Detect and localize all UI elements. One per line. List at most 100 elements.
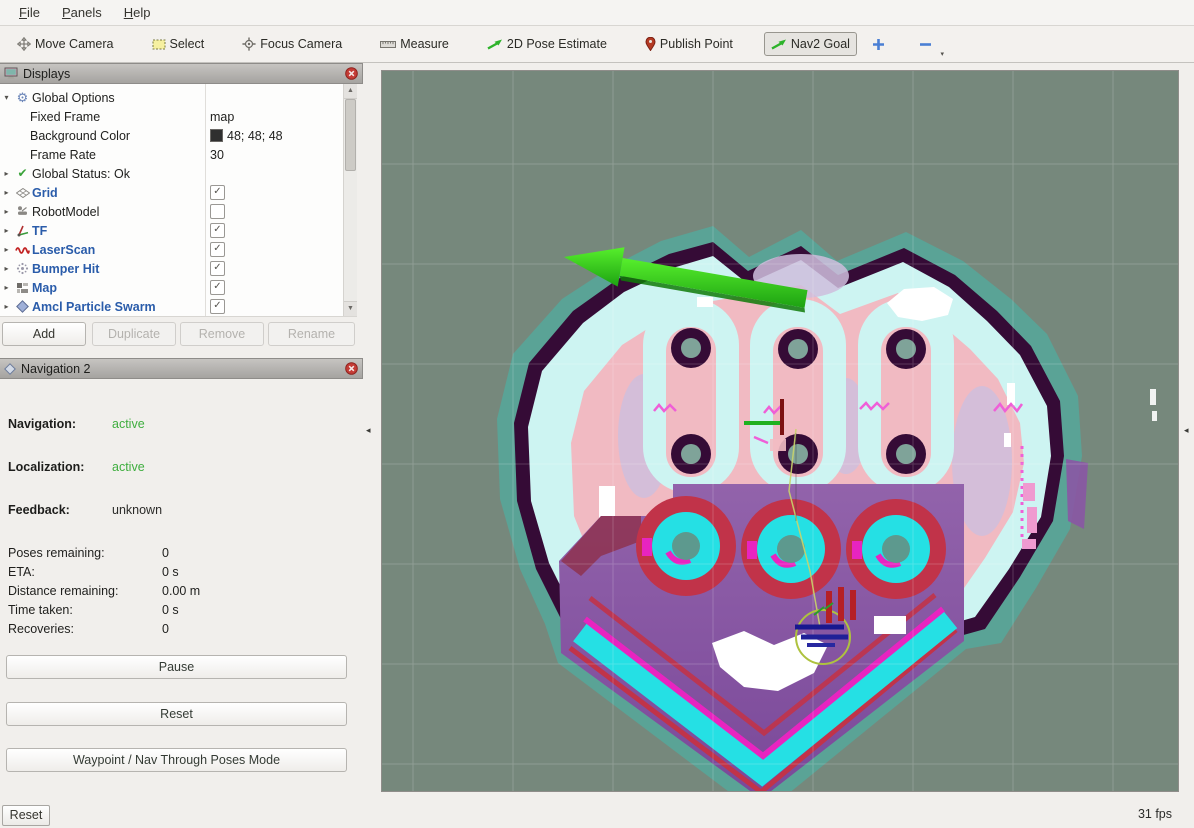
tree-row-amcl-particle-swarm[interactable]: ▸Amcl Particle Swarm✓ [0, 297, 357, 316]
visibility-checkbox[interactable]: ✓ [210, 223, 225, 238]
scroll-down-icon[interactable]: ▼ [344, 301, 357, 316]
expander-icon[interactable]: ▸ [0, 226, 13, 235]
dropdown-arrow-icon: ▾ [940, 50, 944, 58]
menu-panels[interactable]: Panels [51, 0, 113, 26]
move-camera-icon [17, 37, 31, 51]
focus-camera-icon [242, 37, 256, 51]
tool-label: 2D Pose Estimate [507, 37, 607, 51]
add-tool-icon [872, 38, 885, 51]
status-label: Feedback: [8, 503, 70, 517]
nav2-goal-icon [771, 38, 787, 50]
status-row: Navigation:active [8, 417, 76, 431]
expander-icon[interactable]: ▸ [0, 207, 13, 216]
tool-select[interactable]: Select [145, 32, 212, 56]
stat-value: 0 [162, 546, 169, 560]
property-value[interactable]: map [210, 110, 234, 124]
reset-view-button[interactable]: Reset [2, 805, 50, 826]
tf-icon [13, 224, 32, 237]
add-tool-button[interactable] [867, 34, 890, 55]
tool-label: Measure [400, 37, 449, 51]
menu-file[interactable]: File [8, 0, 51, 26]
stat-value: 0 s [162, 603, 179, 617]
close-icon[interactable] [345, 362, 358, 375]
waypoint-nav-through-poses-mode-button[interactable]: Waypoint / Nav Through Poses Mode [6, 748, 347, 772]
tree-row-grid[interactable]: ▸Grid✓ [0, 183, 357, 202]
visibility-checkbox[interactable]: ✓ [210, 299, 225, 314]
amcl-icon [13, 300, 32, 313]
tree-row-global-status-ok[interactable]: ▸✔Global Status: Ok [0, 164, 357, 183]
tree-row-map[interactable]: ▸Map✓ [0, 278, 357, 297]
tool-label: Nav2 Goal [791, 37, 850, 51]
tree-row-global-options[interactable]: ▾⚙Global Options [0, 88, 357, 107]
tree-row-robotmodel[interactable]: ▸RobotModel [0, 202, 357, 221]
property-label: Background Color [30, 129, 130, 143]
status-value: unknown [112, 503, 162, 517]
nav2-panel-icon [4, 363, 16, 375]
expander-icon[interactable]: ▸ [0, 264, 13, 273]
expander-icon[interactable]: ▾ [0, 93, 13, 102]
tree-row-frame-rate[interactable]: Frame Rate30 [0, 145, 357, 164]
stat-value: 0 [162, 622, 169, 636]
display-label: TF [32, 224, 47, 238]
expander-icon[interactable]: ▸ [0, 188, 13, 197]
tool-publish-point[interactable]: Publish Point [638, 32, 740, 56]
scroll-up-icon[interactable]: ▲ [344, 84, 357, 99]
tool-measure[interactable]: Measure [373, 32, 456, 56]
stat-label: Recoveries: [8, 622, 74, 636]
status-value: active [112, 417, 145, 431]
rename-display-button: Rename [268, 322, 355, 346]
menu-help[interactable]: Help [113, 0, 162, 26]
scrollbar-thumb[interactable] [345, 99, 356, 171]
fps-counter: 31 fps [1138, 807, 1172, 821]
visibility-checkbox[interactable] [210, 204, 225, 219]
tool-2d-pose-estimate[interactable]: 2D Pose Estimate [480, 32, 614, 56]
stat-label: Distance remaining: [8, 584, 118, 598]
tool-nav2-goal[interactable]: Nav2 Goal [764, 32, 857, 56]
displays-icon [4, 67, 18, 80]
reset-button[interactable]: Reset [6, 702, 347, 726]
tree-row-tf[interactable]: ▸ TF ✓ [0, 221, 357, 240]
expander-icon[interactable]: ▸ [0, 283, 13, 292]
tree-scrollbar[interactable]: ▲ ▼ [343, 84, 357, 316]
local-costmap [559, 484, 964, 791]
visibility-checkbox[interactable]: ✓ [210, 280, 225, 295]
stat-value: 0.00 m [162, 584, 200, 598]
property-label: Fixed Frame [30, 110, 100, 124]
tree-row-laserscan[interactable]: ▸LaserScan✓ [0, 240, 357, 259]
render-viewport[interactable] [381, 70, 1179, 792]
displays-tree[interactable]: ▾⚙Global Options Fixed Frame map Background… [0, 84, 357, 317]
pause-button[interactable]: Pause [6, 655, 347, 679]
close-icon[interactable] [345, 67, 358, 80]
expander-icon[interactable]: ▸ [0, 302, 13, 311]
expander-icon[interactable]: ▸ [0, 245, 13, 254]
add-display-button[interactable]: Add [2, 322, 86, 346]
visibility-checkbox[interactable]: ✓ [210, 185, 225, 200]
left-splitter-handle[interactable]: ◂ [366, 425, 371, 436]
stat-value: 0 s [162, 565, 179, 579]
visibility-checkbox[interactable]: ✓ [210, 242, 225, 257]
property-value[interactable]: 48; 48; 48 [210, 129, 283, 143]
stat-row: Recoveries:0 [8, 622, 74, 636]
tree-row-fixed-frame[interactable]: Fixed Frame map [0, 107, 357, 126]
bumper-icon [13, 262, 32, 275]
rviz-window: FilePanelsHelp Move Camera Select Focus Ca… [0, 0, 1194, 828]
expander-icon[interactable]: ▸ [0, 169, 13, 178]
remove-tool-button[interactable]: ▾ [914, 34, 937, 55]
tool-label: Focus Camera [260, 37, 342, 51]
tree-row-bumper-hit[interactable]: ▸Bumper Hit✓ [0, 259, 357, 278]
visibility-checkbox[interactable]: ✓ [210, 261, 225, 276]
color-swatch [210, 129, 223, 142]
toolbar: Move Camera Select Focus Camera Measure 2D P… [0, 26, 1194, 63]
tool-label: Move Camera [35, 37, 114, 51]
stat-row: Poses remaining:0 [8, 546, 105, 560]
right-splitter-handle[interactable]: ◂ [1184, 425, 1189, 436]
displays-panel-header: Displays [0, 63, 363, 84]
status-label: Localization: [8, 460, 84, 474]
local-costmap-donuts [636, 496, 946, 599]
tree-row-background-color[interactable]: Background Color 48; 48; 48 [0, 126, 357, 145]
tool-focus-camera[interactable]: Focus Camera [235, 32, 349, 56]
property-value[interactable]: 30 [210, 148, 224, 162]
tool-move-camera[interactable]: Move Camera [10, 32, 121, 56]
stat-label: Poses remaining: [8, 546, 105, 560]
status-row: Localization:active [8, 460, 84, 474]
